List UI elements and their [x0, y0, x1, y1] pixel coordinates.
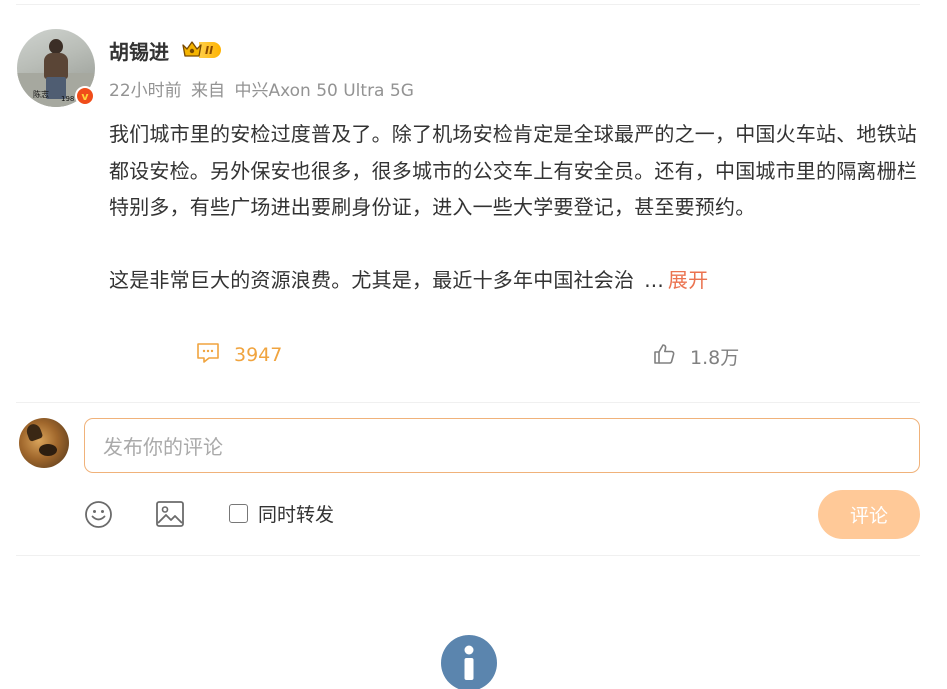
source-prefix: 来自	[191, 81, 226, 101]
content-paragraph-2: 这是非常巨大的资源浪费。尤其是，最近十多年中国社会治... 展开	[109, 262, 924, 299]
source-device: 中兴Axon 50 Ultra 5G	[234, 81, 414, 101]
comment-count: 3947	[234, 344, 283, 366]
post-content: 我们城市里的安检过度普及了。除了机场安检肯定是全球最严的之一，中国火车站、地铁站…	[109, 116, 924, 299]
vip-badge[interactable]: II	[182, 40, 222, 60]
info-icon	[441, 635, 497, 689]
vip-level: II	[199, 42, 222, 58]
repost-toggle[interactable]: 同时转发	[229, 500, 334, 527]
content-paragraph-1: 我们城市里的安检过度普及了。除了机场安检肯定是全球最严的之一，中国火车站、地铁站…	[109, 122, 917, 219]
verified-badge-icon: v	[75, 86, 95, 106]
thumbs-up-icon	[652, 342, 676, 370]
image-upload-icon[interactable]	[155, 500, 185, 528]
repost-checkbox[interactable]	[229, 504, 248, 523]
like-count: 1.8万	[690, 346, 740, 369]
comment-button[interactable]: 3947	[196, 342, 282, 368]
post-meta: 22小时前 来自 中兴Axon 50 Ultra 5G	[109, 76, 418, 101]
expand-link[interactable]: 展开	[668, 268, 708, 292]
comment-input[interactable]: 发布你的评论	[84, 418, 920, 473]
like-button[interactable]: 1.8万	[652, 342, 739, 370]
crown-icon	[182, 41, 202, 59]
author-name[interactable]: 胡锡进	[109, 36, 169, 65]
author-avatar[interactable]: 陈志 198 v	[17, 29, 95, 107]
top-divider	[16, 4, 920, 5]
comment-toolbar: 同时转发 评论	[0, 490, 947, 540]
post-actions: 3947 1.8万	[0, 342, 947, 374]
content-ellipsis: ...	[644, 268, 664, 292]
avatar-year: 198	[61, 95, 75, 103]
content-paragraph-2-text: 这是非常巨大的资源浪费。尤其是，最近十多年中国社会治	[109, 268, 635, 292]
repost-label: 同时转发	[258, 504, 335, 526]
comment-icon	[196, 342, 220, 368]
current-user-avatar[interactable]	[19, 418, 69, 468]
post-time[interactable]: 22小时前	[109, 81, 182, 101]
emoji-icon[interactable]	[84, 500, 113, 529]
divider	[16, 555, 920, 556]
submit-comment-button[interactable]: 评论	[818, 490, 920, 539]
avatar-signature: 陈志	[33, 90, 49, 99]
divider	[16, 402, 920, 403]
